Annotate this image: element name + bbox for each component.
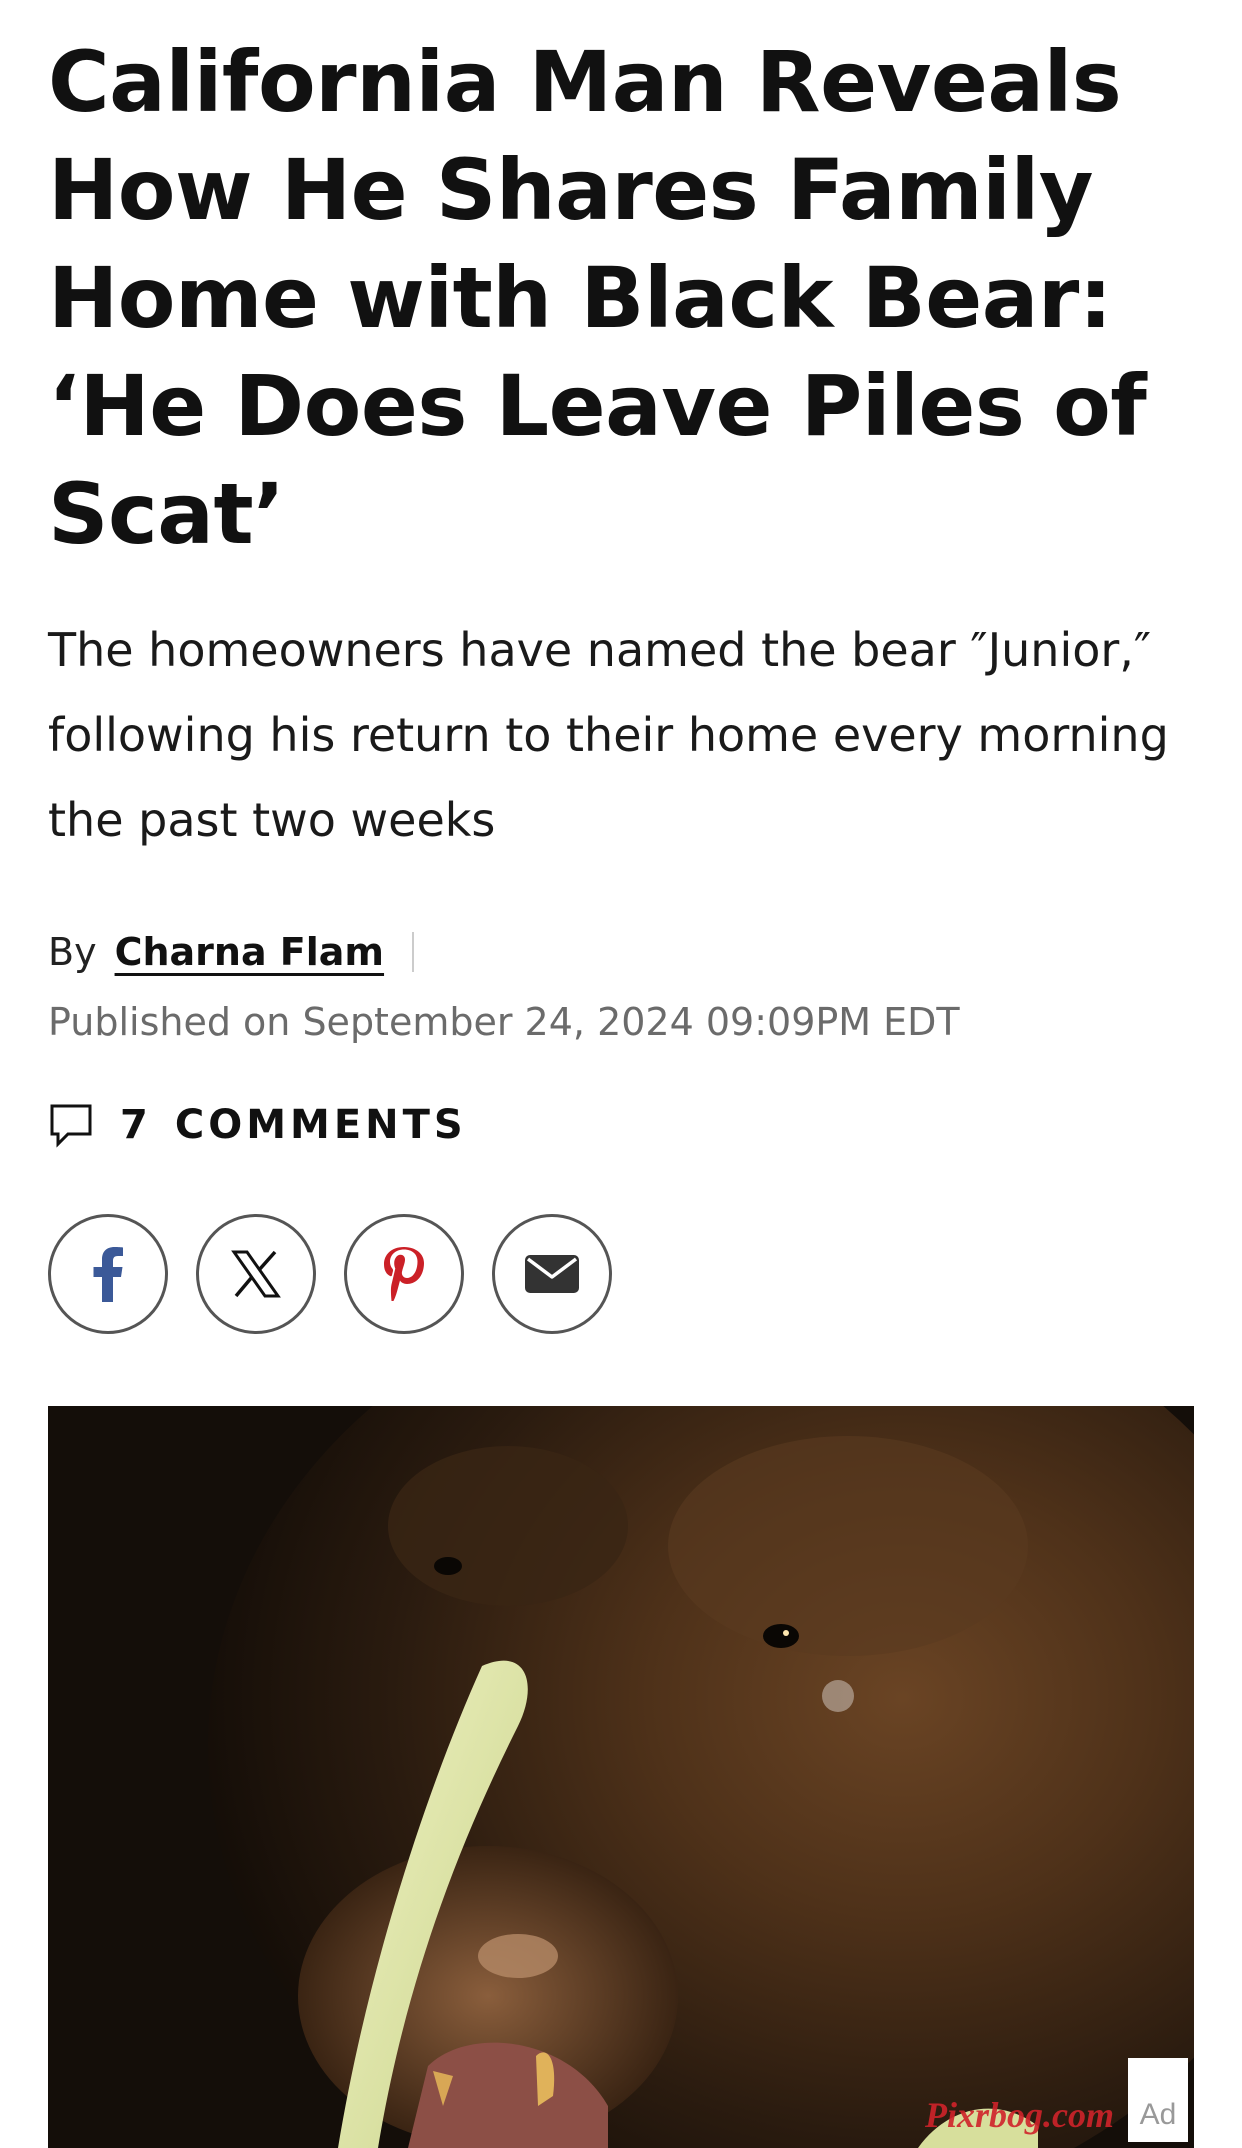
share-x-button[interactable]: [196, 1214, 316, 1334]
byline-prefix: By: [48, 930, 97, 974]
ad-badge[interactable]: Ad: [1128, 2058, 1188, 2142]
article-dek: The homeowners have named the bear ″Juni…: [48, 623, 1169, 847]
headline: California Man Reveals How He Shares Fam…: [48, 33, 1147, 563]
byline-divider: [412, 932, 415, 972]
comments-label: COMMENTS: [174, 1102, 467, 1148]
byline: By Charna Flam: [48, 922, 415, 982]
author-link[interactable]: Charna Flam: [115, 930, 384, 974]
comments-link[interactable]: 7 COMMENTS: [48, 1098, 467, 1152]
share-pinterest-button[interactable]: [344, 1214, 464, 1334]
comment-icon: [50, 1104, 92, 1148]
watermark: Pixrbog.com: [925, 2095, 1114, 2135]
hero-image: Pixrbog.com Ad: [48, 1406, 1194, 2148]
share-facebook-button[interactable]: [48, 1214, 168, 1334]
pinterest-icon: [384, 1247, 424, 1301]
bear-photo: [48, 1406, 1194, 2148]
x-icon: [231, 1250, 281, 1298]
published-date: Published on September 24, 2024 09:09PM …: [48, 1000, 960, 1044]
facebook-icon: [93, 1247, 123, 1302]
comments-count: 7: [120, 1102, 151, 1148]
share-bar: [48, 1214, 640, 1334]
share-email-button[interactable]: [492, 1214, 612, 1334]
mail-icon: [525, 1255, 579, 1293]
